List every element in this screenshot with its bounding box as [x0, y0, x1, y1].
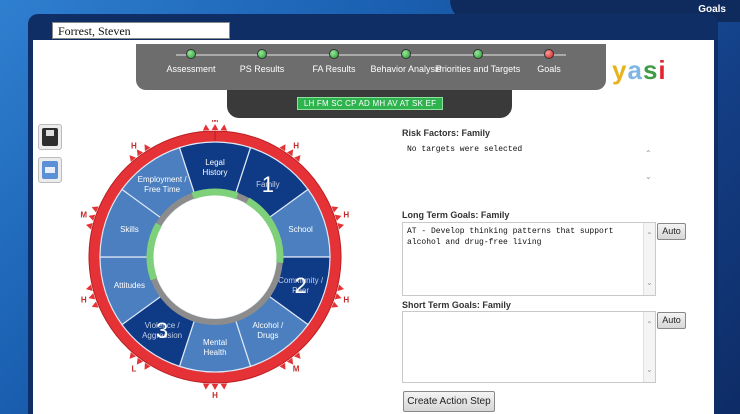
segment-label: Attitudes [114, 281, 145, 290]
risk-arrow-icon [202, 124, 210, 131]
risk-arrow-icon [85, 223, 93, 230]
step-goals[interactable]: Goals [504, 49, 594, 75]
outer-level-label: H [131, 141, 137, 150]
segment-label: Violence / [145, 321, 181, 330]
risk-arrow-icon [211, 124, 219, 131]
step-status-icon [329, 49, 339, 59]
risk-wheel: LegalHistoryML1FamilyHLSchoolHM2Communit… [80, 120, 349, 400]
scroll-up-icon[interactable]: ⌃ [645, 149, 652, 160]
logo-letter: s [642, 55, 659, 85]
step-status-icon [186, 49, 196, 59]
long-term-goals-label: Long Term Goals: Family [402, 210, 510, 220]
save-button[interactable] [38, 124, 62, 150]
segment-label: Legal [205, 158, 225, 167]
short-term-auto-button[interactable]: Auto [657, 312, 686, 329]
outer-level-label: H [81, 296, 87, 305]
protective-arc [191, 188, 239, 200]
logo-letter: a [627, 55, 643, 85]
printer-icon [42, 161, 58, 179]
short-term-goals-scrollbar[interactable]: ⌃ ⌄ [643, 312, 655, 382]
logo-letter: i [658, 55, 667, 85]
risk-arrow-icon [85, 284, 93, 291]
step-status-icon [544, 49, 554, 59]
segment-label: Family [256, 180, 280, 189]
logo-letter: y [612, 55, 628, 85]
outer-level-label: L [131, 365, 136, 374]
segment-label: School [288, 225, 313, 234]
protective-arc [146, 222, 162, 281]
scroll-down-icon[interactable]: ⌄ [645, 172, 652, 183]
domain-codes-bar: LH FM SC CP AD MH AV AT SK EF [227, 90, 512, 118]
segment-label: History [203, 168, 228, 177]
segment-label: Free Time [144, 185, 181, 194]
long-term-goals-scrollbar[interactable]: ⌃ ⌄ [643, 223, 655, 295]
scroll-down-icon[interactable]: ⌄ [646, 365, 653, 376]
outer-level-label: H [212, 391, 218, 400]
outer-level-label: H [293, 141, 299, 150]
outer-level-label: M [293, 365, 300, 374]
step-label: Goals [537, 64, 561, 74]
long-term-goals-textarea[interactable]: AT - Develop thinking patterns that supp… [402, 222, 656, 296]
risk-factors-text: No targets were selected [407, 145, 523, 154]
scroll-up-icon[interactable]: ⌃ [646, 320, 653, 331]
risk-factors-box: No targets were selected ⌃ ⌄ [402, 140, 656, 192]
segment-label: Alcohol / [253, 321, 284, 330]
segment-label: Peer [292, 286, 309, 295]
risk-arrow-icon [202, 383, 210, 390]
step-status-icon [257, 49, 267, 59]
long-term-goals-text: AT - Develop thinking patterns that supp… [407, 227, 614, 247]
segment-label: Community / [278, 276, 324, 285]
segment-label: Skills [120, 225, 139, 234]
workflow-steps-panel: Assessment PS Results FA Results Behavior A… [136, 44, 606, 90]
segment-label: Health [203, 348, 226, 357]
short-term-goals-textarea[interactable]: ⌃ ⌄ [402, 311, 656, 383]
segment-label: Aggression [142, 331, 182, 340]
wheel-center [163, 205, 267, 309]
risk-factors-label: Risk Factors: Family [402, 128, 491, 138]
print-button[interactable] [38, 157, 62, 183]
risk-arrow-icon [220, 383, 228, 390]
risk-factors-scrollbar[interactable]: ⌃ ⌄ [643, 141, 655, 191]
segment-label: Mental [203, 338, 227, 347]
risk-arrow-icon [220, 124, 228, 131]
segment-label: Drugs [257, 331, 278, 340]
risk-arrow-icon [211, 383, 219, 390]
floppy-disk-icon [42, 128, 58, 146]
domain-codes-strip[interactable]: LH FM SC CP AD MH AV AT SK EF [297, 97, 443, 110]
create-action-step-button[interactable]: Create Action Step [403, 391, 495, 412]
short-term-goals-label: Short Term Goals: Family [402, 300, 511, 310]
outer-level-label: H [343, 210, 349, 219]
outer-level-label: M [80, 210, 87, 219]
segment-label: Employment / [138, 175, 188, 184]
outer-level-label: M [212, 120, 219, 124]
risk-arrow-icon [337, 284, 345, 291]
yasi-logo: yasi [612, 56, 667, 84]
step-status-icon [401, 49, 411, 59]
client-name-field[interactable]: Forrest, Steven [52, 22, 230, 39]
step-status-icon [473, 49, 483, 59]
scroll-down-icon[interactable]: ⌄ [646, 278, 653, 289]
outer-level-label: H [343, 296, 349, 305]
scroll-up-icon[interactable]: ⌃ [646, 231, 653, 242]
long-term-auto-button[interactable]: Auto [657, 223, 686, 240]
risk-arrow-icon [337, 223, 345, 230]
